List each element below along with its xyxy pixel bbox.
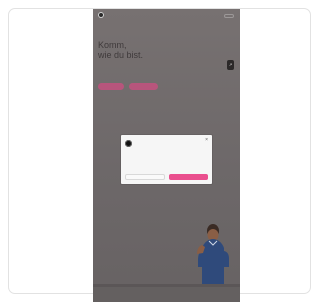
person-image xyxy=(197,224,229,285)
hero-headline-line-2: wie du bist. xyxy=(98,50,144,60)
reject-button[interactable] xyxy=(125,174,165,180)
hero-cta-group xyxy=(98,83,158,90)
accept-button[interactable] xyxy=(169,174,208,180)
modal-brand xyxy=(125,140,134,147)
hero-headline: Komm, wie du bist. xyxy=(98,40,143,60)
modal-actions xyxy=(125,174,208,180)
cookie-consent-modal: × xyxy=(121,135,212,184)
primary-cta-button[interactable] xyxy=(98,83,124,90)
screenshot-canvas: Komm, wie du bist. ↗ × xyxy=(0,0,319,302)
hero-headline-line-1: Komm, xyxy=(98,40,127,50)
app-logo[interactable] xyxy=(98,12,106,18)
brand-logo-icon xyxy=(98,12,104,18)
close-icon[interactable]: × xyxy=(205,138,208,143)
floating-action-button[interactable]: ↗ xyxy=(227,60,234,70)
secondary-cta-button[interactable] xyxy=(129,83,158,90)
mobile-preview-frame: Komm, wie du bist. ↗ × xyxy=(93,9,240,302)
bottom-strip xyxy=(93,287,240,302)
modal-logo-icon xyxy=(125,140,132,147)
menu-button[interactable] xyxy=(224,14,234,18)
arrow-icon: ↗ xyxy=(228,62,233,67)
